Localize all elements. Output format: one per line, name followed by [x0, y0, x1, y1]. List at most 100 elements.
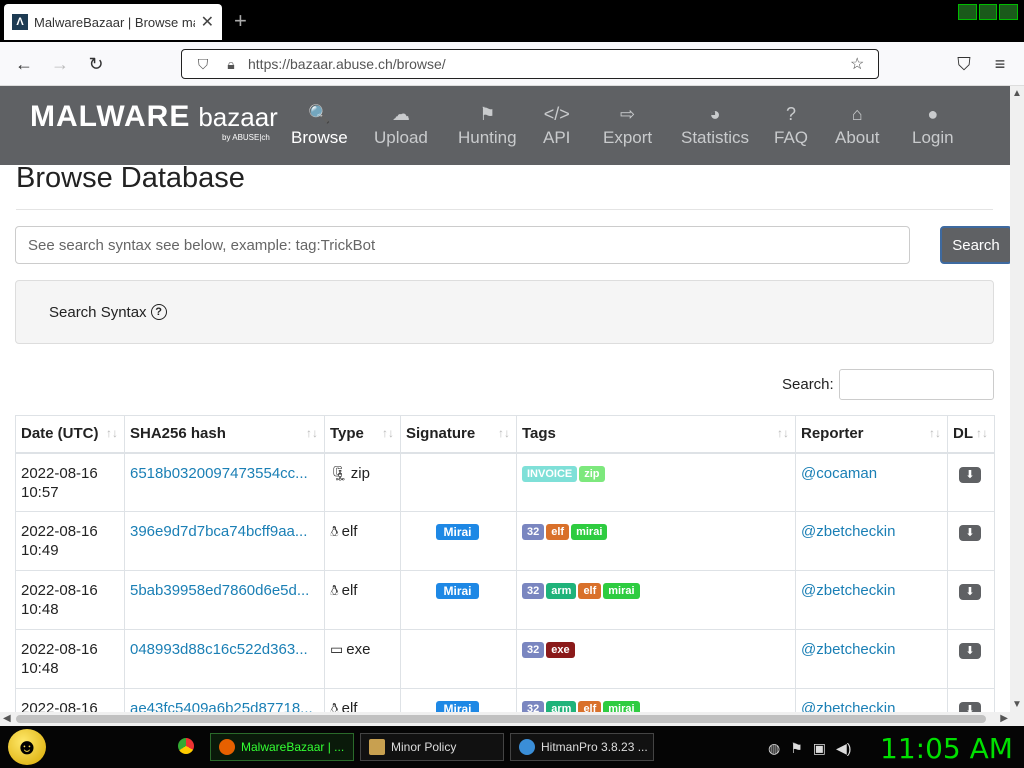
flag-icon[interactable]: ⚑: [790, 740, 803, 757]
tag-badge[interactable]: 32: [522, 583, 545, 600]
code-icon: </>: [543, 104, 570, 124]
reporter-link[interactable]: @zbetcheckin: [801, 523, 895, 540]
scroll-thumb[interactable]: [16, 715, 986, 723]
nav-export[interactable]: ⇨ Export: [603, 104, 652, 148]
table-body: 2022-08-16 10:57 6518b0320097473554cc... 🗜︎…: [15, 452, 995, 712]
nav-about[interactable]: ⌂ About: [835, 104, 879, 148]
search-syntax-panel[interactable]: Search Syntax ?: [15, 280, 994, 344]
date-cell: 2022-08-16 10:49: [15, 511, 125, 571]
url-text[interactable]: https://bazaar.abuse.ch/browse/: [248, 56, 850, 72]
header-signature[interactable]: Signature ↑↓: [400, 415, 517, 454]
tag-badge[interactable]: 32: [522, 524, 545, 541]
address-bar[interactable]: ⛉ 🔒︎ https://bazaar.abuse.ch/browse/ ☆: [181, 49, 879, 79]
scroll-right-icon[interactable]: ▶: [1000, 713, 1008, 724]
reporter-link[interactable]: @zbetcheckin: [801, 582, 895, 599]
scroll-down-icon[interactable]: ▼: [1012, 699, 1022, 710]
tag-badge[interactable]: elf: [578, 583, 602, 600]
menu-icon[interactable]: ≡: [988, 52, 1012, 76]
reload-icon[interactable]: ↻: [84, 52, 108, 76]
table-row: 2022-08-16 10:48 5bab39958ed7860d6e5d... 🐧︎…: [15, 570, 995, 630]
shield-icon[interactable]: ⛉: [192, 56, 214, 73]
hash-link[interactable]: 6518b0320097473554cc...: [130, 465, 308, 482]
taskbar-item-minor-policy[interactable]: Minor Policy: [360, 733, 504, 761]
back-arrow-icon[interactable]: ←: [12, 52, 36, 76]
nav-statistics[interactable]: ◕ Statistics: [681, 104, 749, 148]
reporter-link[interactable]: @zbetcheckin: [801, 641, 895, 658]
header-type[interactable]: Type ↑↓: [324, 415, 401, 454]
tag-badge[interactable]: INVOICE: [522, 465, 578, 482]
network-globe-icon[interactable]: ◍: [768, 740, 780, 757]
taskbar-clock[interactable]: 11:05 AM: [880, 732, 1013, 765]
window-controls[interactable]: [958, 4, 1019, 20]
signature-badge[interactable]: Mirai: [436, 583, 479, 600]
hash-link[interactable]: 5bab39958ed7860d6e5d...: [130, 582, 309, 599]
tag-badge[interactable]: mirai: [571, 524, 608, 541]
tag-badge[interactable]: arm: [546, 583, 577, 600]
reporter-cell: @zbetcheckin: [795, 570, 948, 630]
tag-badge[interactable]: elf: [546, 524, 570, 541]
start-smiley-icon[interactable]: ☻: [8, 729, 46, 765]
taskbar-item-hitmanpro[interactable]: HitmanPro 3.8.23 ...: [510, 733, 654, 761]
tag-badge[interactable]: zip: [579, 465, 605, 482]
site-logo[interactable]: MALWARE bazaar: [30, 100, 278, 134]
search-button[interactable]: Search: [940, 226, 1010, 264]
header-date[interactable]: Date (UTC) ↑↓: [15, 415, 125, 454]
nav-upload[interactable]: ☁ Upload: [374, 104, 428, 148]
reporter-link[interactable]: @cocaman: [801, 465, 877, 482]
cloud-download-icon[interactable]: ⬇: [959, 643, 981, 659]
close-tab-icon[interactable]: ✕: [201, 12, 214, 32]
linux-icon: 🐧︎: [330, 523, 339, 539]
pocket-icon[interactable]: ⛉: [952, 52, 976, 76]
new-tab-icon[interactable]: +: [234, 8, 247, 34]
taskbar-item-malwarebazaar[interactable]: MalwareBazaar | ...: [210, 733, 354, 761]
tag-badge[interactable]: mirai: [603, 583, 640, 600]
tag-badge[interactable]: elf: [578, 701, 602, 712]
signature-badge[interactable]: Mirai: [436, 524, 479, 541]
header-tags[interactable]: Tags ↑↓: [516, 415, 796, 454]
cloud-download-icon[interactable]: ⬇: [959, 466, 981, 483]
header-reporter[interactable]: Reporter ↑↓: [795, 415, 948, 454]
horizontal-scrollbar[interactable]: ◀ ▶: [0, 712, 1024, 726]
reporter-link[interactable]: @zbetcheckin: [801, 700, 895, 712]
cloud-download-icon[interactable]: ⬇: [959, 525, 981, 541]
browser-tab[interactable]: Λ MalwareBazaar | Browse malw... ✕: [4, 4, 222, 40]
forward-arrow-icon[interactable]: →: [48, 52, 72, 76]
bookmark-star-icon[interactable]: ☆: [850, 54, 872, 74]
nav-api[interactable]: </> API: [543, 104, 570, 148]
signature-badge[interactable]: Mirai: [436, 701, 479, 712]
table-header-row: Date (UTC) ↑↓ SHA256 hash ↑↓ Type ↑↓ Signat…: [15, 415, 995, 454]
reporter-cell: @zbetcheckin: [795, 629, 948, 689]
hash-link[interactable]: 396e9d7d7bca74bcff9aa...: [130, 523, 307, 540]
table-search-input[interactable]: [839, 369, 994, 400]
tag-badge[interactable]: exe: [546, 642, 575, 659]
nav-login[interactable]: ● Login: [912, 104, 954, 148]
help-circle-icon[interactable]: ?: [150, 304, 167, 320]
chrome-icon[interactable]: [178, 738, 194, 754]
header-dl[interactable]: DL ↑↓: [947, 415, 995, 454]
vertical-scrollbar[interactable]: ▲ ▼: [1010, 86, 1024, 712]
pie-chart-icon: ◕: [709, 104, 721, 124]
hash-link[interactable]: ae43fc5409a6b25d87718...: [130, 700, 313, 712]
lock-icon[interactable]: 🔒︎: [220, 56, 242, 73]
malwarebazaar-favicon-icon: Λ: [12, 14, 28, 30]
nav-faq[interactable]: ? FAQ: [774, 104, 808, 148]
sort-icon: ↑↓: [929, 426, 941, 440]
search-input[interactable]: See search syntax see below, example: ta…: [15, 226, 910, 264]
tag-badge[interactable]: mirai: [603, 701, 640, 712]
nav-hunting[interactable]: ⚑ Hunting: [458, 104, 517, 148]
cloud-download-icon[interactable]: ⬇: [959, 584, 981, 600]
nav-browse[interactable]: 🔍 Browse: [291, 104, 348, 148]
monitor-icon[interactable]: ▣: [813, 740, 826, 757]
header-sha256[interactable]: SHA256 hash ↑↓: [124, 415, 325, 454]
scroll-left-icon[interactable]: ◀: [3, 713, 11, 724]
type-cell: ▭ exe: [324, 629, 401, 689]
tag-badge[interactable]: arm: [546, 701, 577, 712]
type-cell: 🐧︎ elf: [324, 570, 401, 630]
tag-badge[interactable]: 32: [522, 642, 545, 659]
scroll-up-icon[interactable]: ▲: [1012, 88, 1022, 99]
hash-link[interactable]: 048993d88c16c522d363...: [130, 641, 308, 658]
volume-icon[interactable]: ◀): [836, 740, 851, 757]
tag-badge[interactable]: 32: [522, 701, 545, 712]
sort-desc-icon: ↑↓: [106, 426, 118, 440]
cloud-download-icon[interactable]: ⬇: [959, 702, 981, 712]
